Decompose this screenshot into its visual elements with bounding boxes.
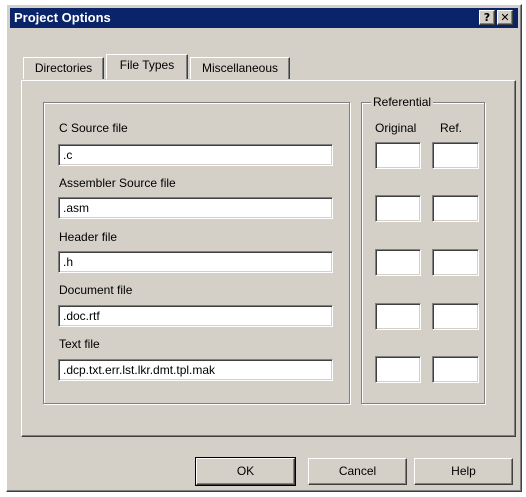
- tab-miscellaneous[interactable]: Miscellaneous: [190, 57, 290, 79]
- original-header-field[interactable]: [375, 249, 421, 276]
- original-document-field[interactable]: [375, 303, 421, 330]
- ref-document-field[interactable]: [432, 303, 479, 330]
- title-bar[interactable]: Project Options ? ✕: [10, 8, 518, 28]
- tab-file-types[interactable]: File Types: [106, 54, 188, 79]
- document-file-label: Document file: [59, 283, 133, 297]
- c-source-label: C Source file: [59, 121, 128, 135]
- cancel-button[interactable]: Cancel: [308, 458, 407, 485]
- help-button[interactable]: Help: [414, 458, 513, 485]
- text-file-label: Text file: [59, 337, 100, 351]
- help-question-icon[interactable]: ?: [479, 10, 495, 25]
- original-column-header: Original: [375, 121, 417, 135]
- tab-directories[interactable]: Directories: [23, 57, 104, 79]
- assembler-source-field[interactable]: .asm: [58, 197, 333, 219]
- text-file-field[interactable]: .dcp.txt.err.lst.lkr.dmt.tpl.mak: [58, 359, 333, 381]
- original-text-field[interactable]: [375, 356, 421, 383]
- header-file-field[interactable]: .h: [58, 251, 333, 273]
- ref-assembler-field[interactable]: [432, 195, 479, 222]
- c-source-field[interactable]: .c: [58, 144, 333, 166]
- header-file-label: Header file: [59, 230, 118, 244]
- project-options-dialog: Project Options ? ✕ Directories File Typ…: [6, 4, 522, 492]
- ref-header-field[interactable]: [432, 249, 479, 276]
- original-assembler-field[interactable]: [375, 195, 421, 222]
- close-icon[interactable]: ✕: [497, 10, 513, 25]
- dialog-title: Project Options: [14, 10, 111, 25]
- ok-button[interactable]: OK: [195, 457, 296, 486]
- document-file-field[interactable]: .doc.rtf: [58, 305, 333, 327]
- original-c-source-field[interactable]: [375, 142, 421, 169]
- ref-text-field[interactable]: [432, 356, 479, 383]
- assembler-source-label: Assembler Source file: [59, 176, 176, 190]
- ref-column-header: Ref.: [440, 121, 463, 135]
- referential-title: Referential: [371, 95, 434, 109]
- ref-c-source-field[interactable]: [432, 142, 479, 169]
